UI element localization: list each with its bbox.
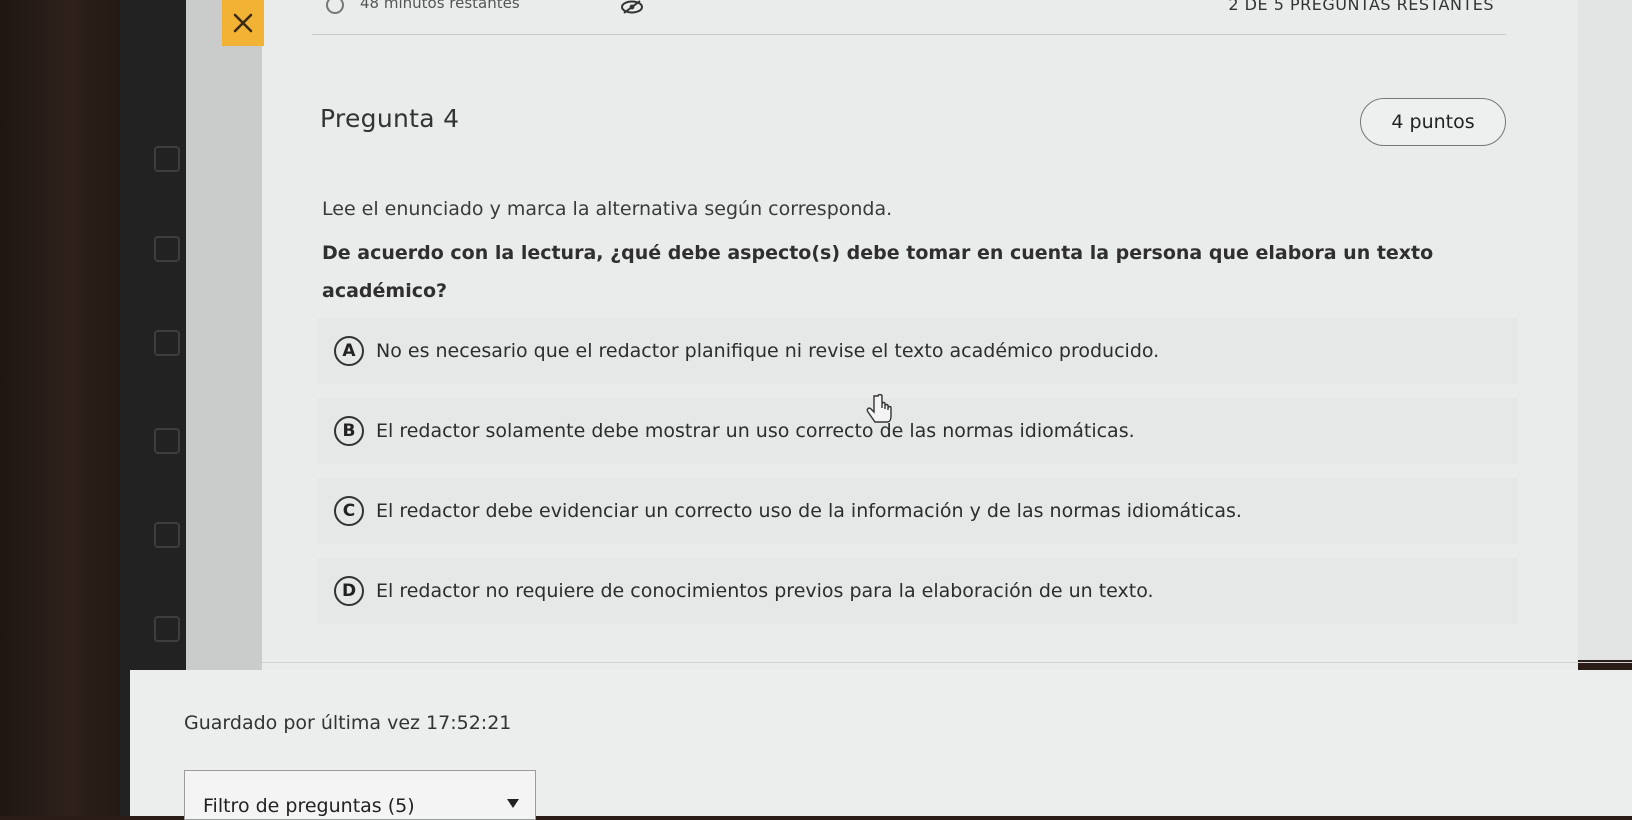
option-text: El redactor no requiere de conocimientos… xyxy=(376,580,1154,602)
rail-icon xyxy=(154,522,180,548)
side-panel xyxy=(186,0,264,682)
caret-down-icon xyxy=(507,799,519,808)
screen-bezel xyxy=(0,0,120,816)
option-letter: C xyxy=(334,496,364,526)
question-instruction: Lee el enunciado y marca la alternativa … xyxy=(322,198,893,220)
option-letter: B xyxy=(334,416,364,446)
answer-options: A No es necesario que el redactor planif… xyxy=(318,318,1518,638)
questions-remaining: 2 DE 5 PREGUNTAS RESTANTES xyxy=(1228,0,1494,14)
question-title: Pregunta 4 xyxy=(320,104,460,133)
option-letter: D xyxy=(334,576,364,606)
close-button[interactable] xyxy=(222,0,264,46)
rail-icon xyxy=(154,146,180,172)
footer-divider xyxy=(262,662,1632,663)
right-margin xyxy=(1578,0,1632,660)
time-remaining: 48 minutos restantes xyxy=(360,0,520,12)
saved-time: 17:52:21 xyxy=(426,712,512,734)
option-text: El redactor solamente debe mostrar un us… xyxy=(376,420,1135,442)
rail-icon xyxy=(154,236,180,262)
points-badge: 4 puntos xyxy=(1360,98,1506,146)
eye-off-icon[interactable] xyxy=(620,0,644,14)
option-b[interactable]: B El redactor solamente debe mostrar un … xyxy=(318,398,1518,464)
option-text: El redactor debe evidenciar un correcto … xyxy=(376,500,1242,522)
rail-icon xyxy=(154,616,180,642)
timer-icon xyxy=(326,0,344,14)
rail-icon xyxy=(154,330,180,356)
hand-cursor-icon xyxy=(866,394,892,423)
filter-label: Filtro de preguntas (5) xyxy=(203,795,415,817)
close-icon xyxy=(233,13,253,33)
option-letter: A xyxy=(334,336,364,366)
saved-status: Guardado por última vez 17:52:21 xyxy=(184,712,511,734)
question-text: De acuerdo con la lectura, ¿qué debe asp… xyxy=(322,242,1434,302)
option-d[interactable]: D El redactor no requiere de conocimient… xyxy=(318,558,1518,624)
rail-icon xyxy=(154,428,180,454)
option-c[interactable]: C El redactor debe evidenciar un correct… xyxy=(318,478,1518,544)
quiz-topbar: 48 minutos restantes 2 DE 5 PREGUNTAS RE… xyxy=(312,0,1506,35)
question-filter-dropdown[interactable]: Filtro de preguntas (5) xyxy=(184,770,536,820)
option-text: No es necesario que el redactor planifiq… xyxy=(376,340,1160,362)
saved-label: Guardado por última vez xyxy=(184,712,420,734)
option-a[interactable]: A No es necesario que el redactor planif… xyxy=(318,318,1518,384)
